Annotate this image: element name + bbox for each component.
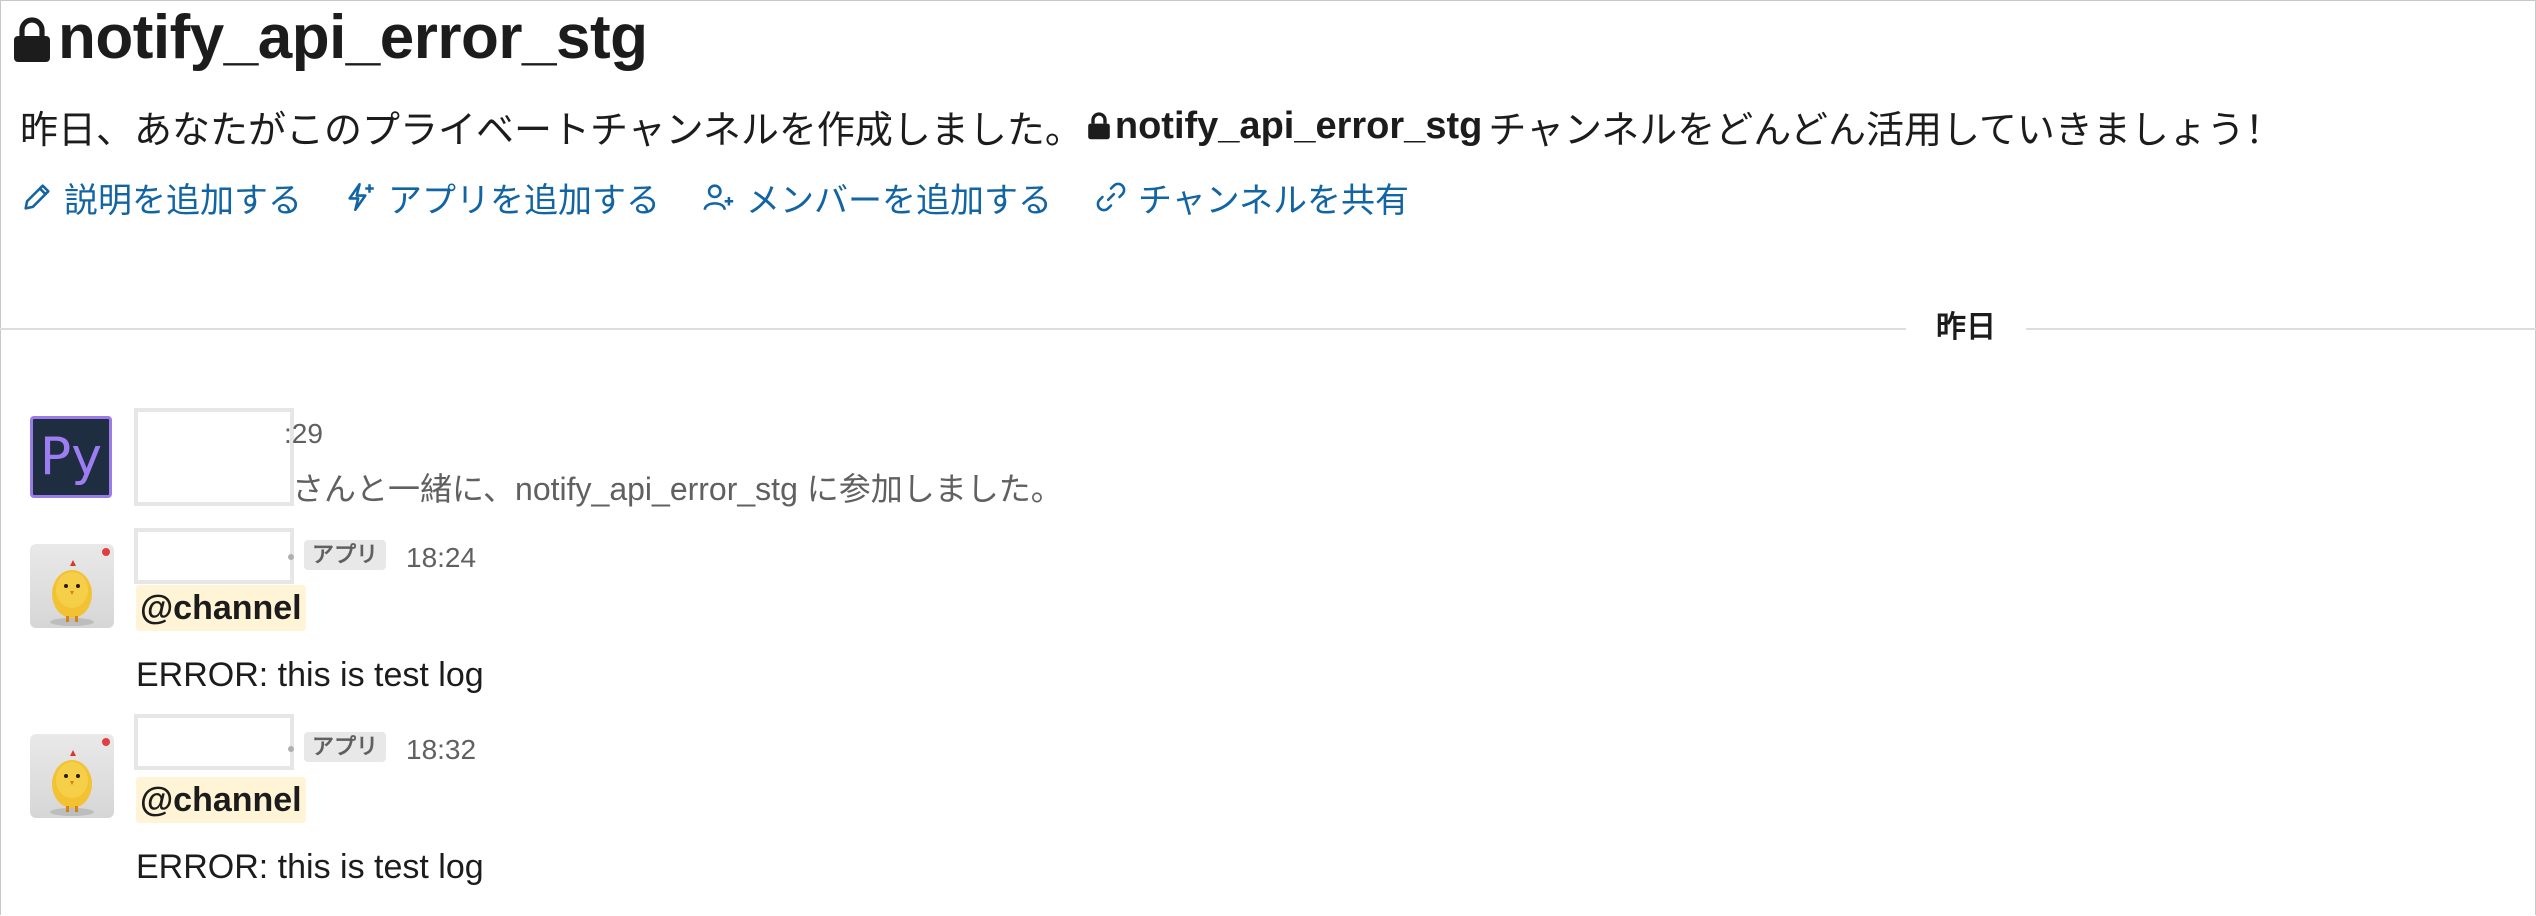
avatar[interactable] bbox=[30, 544, 114, 628]
message-text: ERROR: this is test log bbox=[136, 656, 484, 694]
channel-actions: 説明を追加する アプリを追加する メンバーを追加する チャンネルを共有 bbox=[20, 174, 1409, 220]
add-app-label: アプリを追加する bbox=[388, 181, 660, 220]
system-message-text: さんと一緒に、notify_api_error_stg に参加しました。 bbox=[292, 471, 1063, 507]
intro-channel-link[interactable]: notify_api_error_stg bbox=[1083, 105, 1482, 148]
link-icon bbox=[1096, 182, 1126, 212]
redacted-sender bbox=[134, 714, 294, 770]
lock-icon bbox=[1088, 112, 1110, 140]
share-channel-label: チャンネルを共有 bbox=[1138, 181, 1409, 220]
intro-suffix: チャンネルをどんどん活用していきましょう！ bbox=[1488, 109, 2283, 152]
person-plus-icon bbox=[703, 184, 734, 211]
separator-dot bbox=[288, 746, 294, 752]
bolt-plus-icon bbox=[348, 182, 374, 212]
avatar[interactable] bbox=[30, 734, 114, 818]
status-dot bbox=[102, 738, 110, 746]
message-text: ERROR: this is test log bbox=[136, 848, 484, 886]
date-divider-label[interactable]: 昨日 bbox=[1906, 308, 2026, 348]
redacted-sender bbox=[134, 528, 294, 584]
intro-channel-name: notify_api_error_stg bbox=[1114, 104, 1483, 147]
add-description-button[interactable]: 説明を追加する bbox=[20, 173, 302, 222]
redacted-sender bbox=[134, 408, 294, 506]
pencil-icon bbox=[24, 184, 50, 210]
share-channel-button[interactable]: チャンネルを共有 bbox=[1094, 173, 1409, 222]
date-divider-line bbox=[2026, 328, 2536, 330]
app-badge: アプリ bbox=[304, 732, 387, 762]
app-badge: アプリ bbox=[304, 540, 387, 570]
date-divider-line bbox=[0, 328, 1906, 330]
add-app-button[interactable]: アプリを追加する bbox=[344, 173, 660, 222]
channel-title: notify_api_error_stg bbox=[12, 2, 648, 72]
avatar[interactable]: Py bbox=[30, 416, 112, 498]
add-member-label: メンバーを追加する bbox=[746, 181, 1052, 220]
status-dot bbox=[102, 548, 110, 556]
channel-intro: 昨日、あなたがこのプライベートチャンネルを作成しました。 notify_api_… bbox=[20, 98, 2283, 154]
message-timestamp[interactable]: 18:24 bbox=[406, 542, 476, 574]
message-timestamp[interactable]: :29 bbox=[284, 418, 323, 450]
add-description-label: 説明を追加する bbox=[64, 181, 302, 220]
lock-icon bbox=[14, 17, 50, 62]
chick-icon bbox=[50, 750, 94, 816]
add-member-button[interactable]: メンバーを追加する bbox=[702, 173, 1052, 222]
chick-icon bbox=[50, 560, 94, 626]
channel-name: notify_api_error_stg bbox=[58, 2, 648, 72]
separator-dot bbox=[288, 554, 294, 560]
avatar-initials: Py bbox=[39, 427, 103, 487]
channel-mention[interactable]: @channel bbox=[136, 777, 306, 823]
channel-mention[interactable]: @channel bbox=[136, 585, 306, 631]
message-timestamp[interactable]: 18:32 bbox=[406, 734, 476, 766]
intro-prefix: 昨日、あなたがこのプライベートチャンネルを作成しました。 bbox=[20, 109, 1083, 152]
